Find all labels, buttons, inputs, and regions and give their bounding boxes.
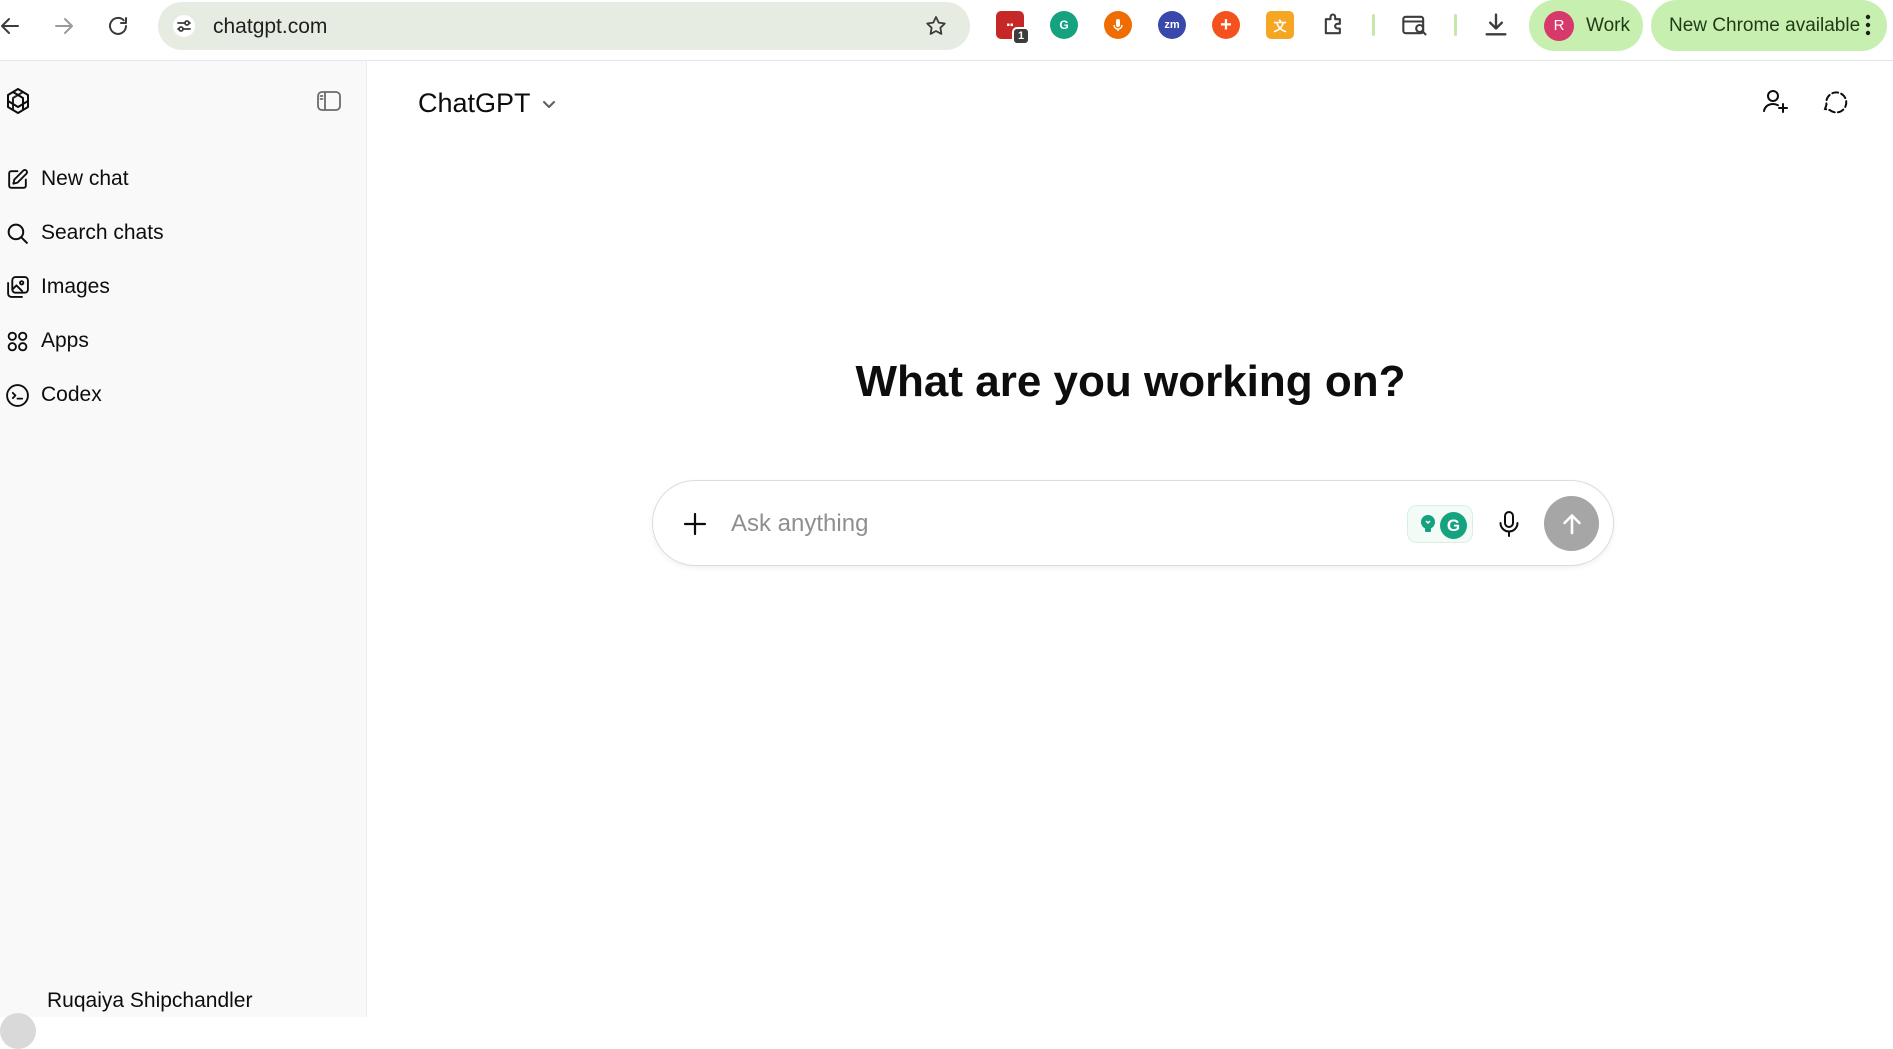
reload-button[interactable] [98, 6, 138, 46]
arrow-left-icon [1, 18, 19, 34]
sidebar-toggle-icon[interactable] [316, 89, 342, 113]
sidebar-item-images[interactable]: Images [0, 265, 360, 309]
more-vertical-icon [1865, 14, 1871, 36]
translate-extension-icon[interactable]: 文 [1266, 11, 1294, 39]
calendar-extension-icon[interactable]: ▪▪ 1 [996, 11, 1030, 45]
forward-button[interactable] [44, 6, 84, 46]
openai-logo-icon[interactable] [2, 85, 34, 117]
profile-avatar: R [1544, 10, 1574, 41]
bookmark-star-icon[interactable] [924, 14, 948, 38]
grammarly-widget[interactable]: G [1407, 505, 1473, 543]
page-title: What are you working on? [855, 357, 1406, 406]
sidebar-item-codex[interactable]: Codex [0, 373, 360, 417]
chrome-update-button[interactable]: New Chrome available [1651, 0, 1887, 51]
sidebar-item-label: Search chats [41, 221, 164, 244]
voice-extension-icon[interactable] [1104, 11, 1132, 39]
arrow-up-icon [1562, 513, 1581, 534]
plus-icon[interactable] [679, 508, 711, 540]
download-icon[interactable] [1482, 11, 1510, 39]
sidebar-item-apps[interactable]: Apps [0, 319, 360, 363]
toolbar-divider [1454, 14, 1457, 36]
tab-search-icon[interactable] [1401, 11, 1429, 39]
site-info-icon[interactable] [172, 14, 196, 38]
sidebar-item-label: Images [41, 275, 110, 298]
reload-icon [109, 16, 127, 35]
profile-label: Work [1586, 14, 1630, 36]
browser-toolbar: chatgpt.com ▪▪ 1 G zm + 文 R Work New Chr… [0, 0, 1893, 61]
user-profile-row[interactable]: Ruqaiya Shipchandler [0, 981, 360, 1049]
chevron-down-icon [542, 101, 555, 108]
sidebar-item-label: New chat [41, 167, 129, 190]
zoom-extension-icon[interactable]: zm [1158, 11, 1186, 39]
extension-badge: 1 [1012, 27, 1030, 45]
address-bar[interactable]: chatgpt.com [158, 2, 970, 50]
sidebar-item-search-chats[interactable]: Search chats [0, 211, 360, 255]
composer: G [652, 480, 1614, 566]
back-button[interactable] [0, 6, 30, 46]
arrow-right-icon [55, 18, 73, 34]
grammarly-icon: G [1440, 512, 1467, 539]
avatar [0, 1013, 36, 1049]
add-people-button[interactable] [1757, 83, 1793, 119]
model-name: ChatGPT [418, 87, 531, 118]
microphone-icon[interactable] [1494, 509, 1524, 539]
extensions-puzzle-icon[interactable] [1320, 11, 1348, 39]
mic-glyph-icon [1113, 19, 1123, 31]
plus-extension-icon[interactable]: + [1212, 11, 1240, 39]
grammarly-extension-icon[interactable]: G [1050, 11, 1078, 39]
profile-button[interactable]: R Work [1529, 0, 1643, 51]
edit-icon [4, 166, 30, 192]
sidebar-item-label: Codex [41, 383, 102, 406]
update-label: New Chrome available [1669, 14, 1861, 36]
images-icon [4, 274, 30, 300]
sidebar-item-label: Apps [41, 329, 89, 352]
toolbar-divider [1372, 14, 1375, 36]
search-icon [4, 220, 30, 246]
temporary-chat-icon [1823, 91, 1848, 114]
temporary-chat-button[interactable] [1816, 83, 1852, 119]
send-button[interactable] [1544, 496, 1599, 551]
model-selector[interactable]: ChatGPT [418, 85, 559, 121]
add-user-icon [1763, 90, 1788, 113]
lightbulb-icon [1421, 515, 1435, 532]
main-content: ChatGPT What are you working on? G [368, 61, 1893, 1017]
prompt-input[interactable] [731, 503, 1351, 545]
sidebar-item-new-chat[interactable]: New chat [0, 157, 360, 201]
codex-icon [4, 382, 30, 408]
url-text[interactable]: chatgpt.com [213, 15, 327, 39]
sidebar: New chat Search chats Images Apps Codex … [0, 61, 367, 1049]
user-name: Ruqaiya Shipchandler [47, 989, 253, 1012]
apps-icon [4, 328, 30, 354]
